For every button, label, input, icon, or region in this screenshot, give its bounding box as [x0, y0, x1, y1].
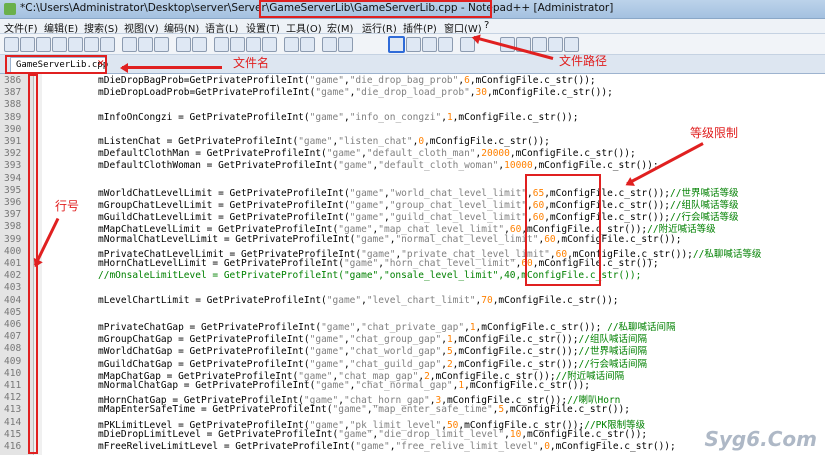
word-wrap-icon[interactable]: [322, 37, 337, 52]
line-number: 413: [4, 404, 22, 416]
menu-bar: 文件(F) 编辑(E) 搜索(S) 视图(V) 编码(N) 语言(L) 设置(T…: [0, 19, 825, 35]
line-number: 404: [4, 294, 22, 306]
line-number: 386: [4, 75, 22, 86]
play-macro-icon[interactable]: [532, 37, 547, 52]
line-number-annotation: 行号: [55, 199, 80, 213]
code-line: mFreeReliveLimitLevel = GetPrivateProfil…: [98, 441, 676, 452]
copy-icon[interactable]: [138, 37, 153, 52]
code-line: mDieDropBagProb=GetPrivateProfileInt("ga…: [98, 75, 596, 86]
file-name-arrow: [122, 66, 222, 69]
line-number: 390: [4, 123, 22, 135]
line-number: 399: [4, 233, 22, 245]
line-number: 401: [4, 258, 22, 269]
file-path-annotation: 文件路径: [559, 54, 608, 68]
line-number: 391: [4, 136, 22, 147]
menu-file[interactable]: 文件(F): [4, 20, 38, 35]
save-macro-icon[interactable]: [564, 37, 579, 52]
udl-icon[interactable]: [406, 37, 421, 52]
line-number: 405: [4, 306, 22, 318]
code-line: mInfoOnCongzi = GetPrivateProfileInt("ga…: [98, 111, 579, 123]
save-all-icon[interactable]: [52, 37, 67, 52]
zoom-out-icon[interactable]: [262, 37, 277, 52]
code-line: mDieDropLoadProb=GetPrivateProfileInt("g…: [98, 87, 613, 99]
line-number: 415: [4, 428, 22, 440]
watermark: Syg6.Com: [704, 427, 817, 451]
code-line: mMapEnterSafeTime = GetPrivateProfileInt…: [98, 404, 630, 416]
menu-plugins[interactable]: 插件(P): [403, 20, 437, 35]
new-file-icon[interactable]: [4, 37, 19, 52]
line-number: 392: [4, 148, 22, 160]
line-number: 395: [4, 184, 22, 196]
line-number: 412: [4, 392, 22, 404]
find-icon[interactable]: [214, 37, 229, 52]
line-number: 416: [4, 441, 22, 452]
line-number: 396: [4, 197, 22, 208]
cut-icon[interactable]: [122, 37, 137, 52]
line-number: 398: [4, 221, 22, 233]
menu-view[interactable]: 视图(V): [124, 20, 159, 35]
line-number: 394: [4, 172, 22, 184]
code-line: mDieDropLimitLevel = GetPrivateProfileIn…: [98, 428, 648, 440]
paste-icon[interactable]: [154, 37, 169, 52]
file-name-annotation: 文件名: [233, 56, 270, 70]
level-limit-annotation: 等级限制: [690, 126, 739, 140]
line-number: 388: [4, 99, 22, 111]
menu-encoding[interactable]: 编码(N): [164, 20, 199, 35]
line-number: 411: [4, 380, 22, 391]
code-line: mNormalChatGap = GetPrivateProfileInt("g…: [98, 380, 590, 391]
line-number: 387: [4, 87, 22, 99]
save-icon[interactable]: [36, 37, 51, 52]
line-number: 403: [4, 282, 22, 294]
line-number: 393: [4, 160, 22, 172]
line-number: 410: [4, 367, 22, 379]
file-path-highlight: [259, 0, 492, 18]
menu-settings[interactable]: 设置(T): [246, 20, 280, 35]
line-number: 397: [4, 209, 22, 221]
line-number: 400: [4, 245, 22, 257]
menu-edit[interactable]: 编辑(E): [44, 20, 78, 35]
undo-icon[interactable]: [176, 37, 191, 52]
notepad-plus-plus-icon: [4, 3, 16, 15]
doc-map-icon[interactable]: [422, 37, 437, 52]
code-line: mDefaultClothMan = GetPrivateProfileInt(…: [98, 148, 636, 160]
menu-tools[interactable]: 工具(O): [286, 20, 322, 35]
open-file-icon[interactable]: [20, 37, 35, 52]
code-line: mListenChat = GetPrivateProfileInt("game…: [98, 136, 550, 147]
menu-language[interactable]: 语言(L): [205, 20, 238, 35]
run-macro-icon[interactable]: [548, 37, 563, 52]
line-number: 408: [4, 343, 22, 355]
line-number: 407: [4, 331, 22, 343]
print-icon[interactable]: [100, 37, 115, 52]
function-list-icon[interactable]: [438, 37, 453, 52]
line-number: 389: [4, 111, 22, 123]
redo-icon[interactable]: [192, 37, 207, 52]
code-line: mDefaultClothWoman = GetPrivateProfileIn…: [98, 160, 659, 172]
menu-search[interactable]: 搜索(S): [84, 20, 118, 35]
menu-run[interactable]: 运行(R): [362, 20, 397, 35]
replace-icon[interactable]: [230, 37, 245, 52]
close-icon[interactable]: [68, 37, 83, 52]
file-name-highlight: [5, 55, 107, 74]
close-all-icon[interactable]: [84, 37, 99, 52]
sync-v-icon[interactable]: [284, 37, 299, 52]
line-number: 409: [4, 355, 22, 367]
indent-guide-icon[interactable]: [388, 36, 405, 53]
sync-h-icon[interactable]: [300, 37, 315, 52]
all-chars-icon[interactable]: [338, 37, 353, 52]
line-number: 414: [4, 416, 22, 428]
level-limit-highlight: [525, 174, 601, 286]
toolbar: [0, 34, 825, 55]
line-number: 402: [4, 270, 22, 282]
menu-help[interactable]: ?: [484, 20, 489, 31]
menu-macro[interactable]: 宏(M): [327, 20, 353, 35]
zoom-in-icon[interactable]: [246, 37, 261, 52]
code-line: mLevelChartLimit = GetPrivateProfileInt(…: [98, 294, 619, 306]
line-number: 406: [4, 319, 22, 330]
